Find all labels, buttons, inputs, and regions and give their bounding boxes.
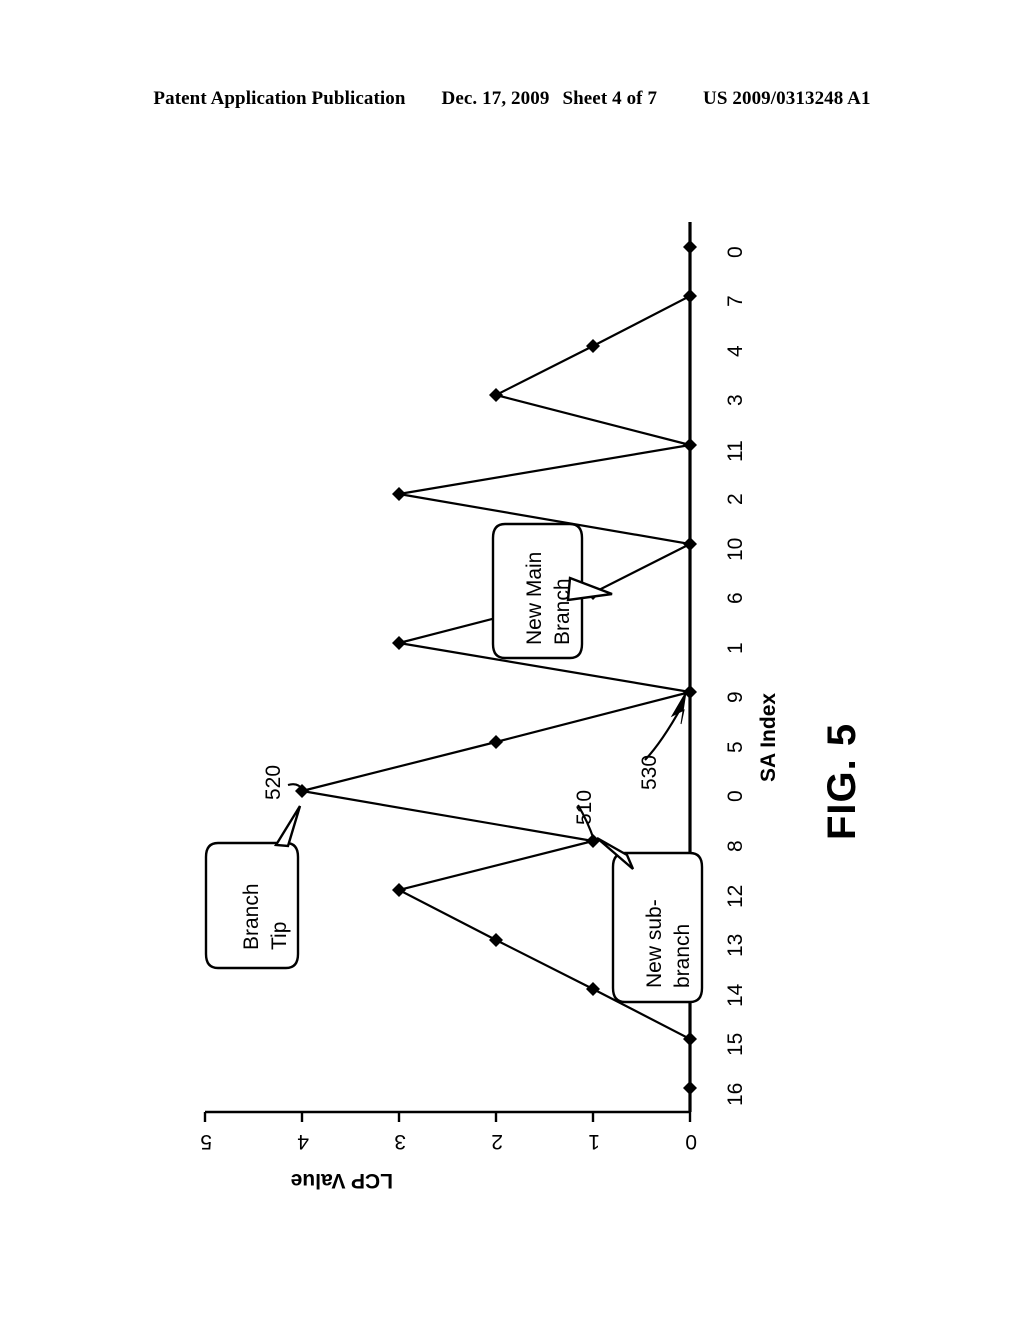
data-point xyxy=(683,537,697,551)
data-point xyxy=(683,289,697,303)
data-point xyxy=(683,1081,697,1095)
chart-canvas xyxy=(203,222,704,1122)
data-point xyxy=(489,388,503,402)
data-point xyxy=(683,438,697,452)
x-tick-label: 1 xyxy=(724,642,747,654)
x-tick-label: 2 xyxy=(724,493,747,505)
callout-new-main-branch-line2: Branch xyxy=(551,578,574,645)
x-tick-label: 13 xyxy=(724,933,747,957)
callout-new-main-branch-line1: New Main xyxy=(523,551,546,645)
data-point xyxy=(489,933,503,947)
x-tick-label: 16 xyxy=(724,1082,747,1106)
x-tick-label: 10 xyxy=(724,537,747,561)
x-tick-label: 12 xyxy=(724,884,747,908)
reference-numeral-520: 520 xyxy=(262,764,285,800)
x-axis-title: SA Index xyxy=(757,692,780,782)
data-point xyxy=(683,240,697,254)
y-tick-label: 2 xyxy=(491,1130,503,1153)
x-tick-label: 6 xyxy=(724,592,747,604)
x-tick-label: 9 xyxy=(724,691,747,703)
data-point xyxy=(392,883,406,897)
x-tick-label: 15 xyxy=(724,1032,747,1056)
x-tick-label: 5 xyxy=(724,741,747,753)
data-point xyxy=(392,636,406,650)
figure-5: FIG. 5 SA Index LCP Value 0 7 4 3 11 2 1… xyxy=(0,0,1024,1320)
x-tick-label: 8 xyxy=(724,840,747,852)
callout-branch-tip-line2: Tip xyxy=(268,921,291,950)
x-tick-label: 7 xyxy=(724,295,747,307)
data-point xyxy=(586,339,600,353)
data-point xyxy=(489,735,503,749)
x-tick-label: 0 xyxy=(724,790,747,802)
data-point xyxy=(392,487,406,501)
y-tick-label: 3 xyxy=(394,1130,406,1153)
y-tick-label: 0 xyxy=(685,1130,697,1153)
x-tick-label: 3 xyxy=(724,394,747,406)
x-tick-label: 0 xyxy=(724,246,747,258)
data-point xyxy=(586,982,600,996)
reference-numeral-510: 510 xyxy=(573,789,596,825)
y-tick-label: 4 xyxy=(297,1130,309,1153)
callout-new-sub-branch-line2: branch xyxy=(671,923,694,988)
figure-caption: FIG. 5 xyxy=(820,722,864,840)
y-axis-title: LCP Value xyxy=(290,1169,393,1192)
y-tick-label: 1 xyxy=(588,1130,600,1153)
data-point xyxy=(683,1032,697,1046)
callout-new-sub-branch-line1: New sub- xyxy=(643,899,666,988)
reference-numeral-530: 530 xyxy=(638,754,661,790)
x-tick-label: 14 xyxy=(724,983,747,1007)
callout-branch-tip-line1: Branch xyxy=(240,883,263,950)
data-point xyxy=(295,784,309,798)
y-tick-label: 5 xyxy=(200,1130,212,1153)
x-tick-label: 11 xyxy=(724,440,747,462)
y-axis-ticks xyxy=(203,1112,692,1122)
x-tick-label: 4 xyxy=(724,345,747,357)
